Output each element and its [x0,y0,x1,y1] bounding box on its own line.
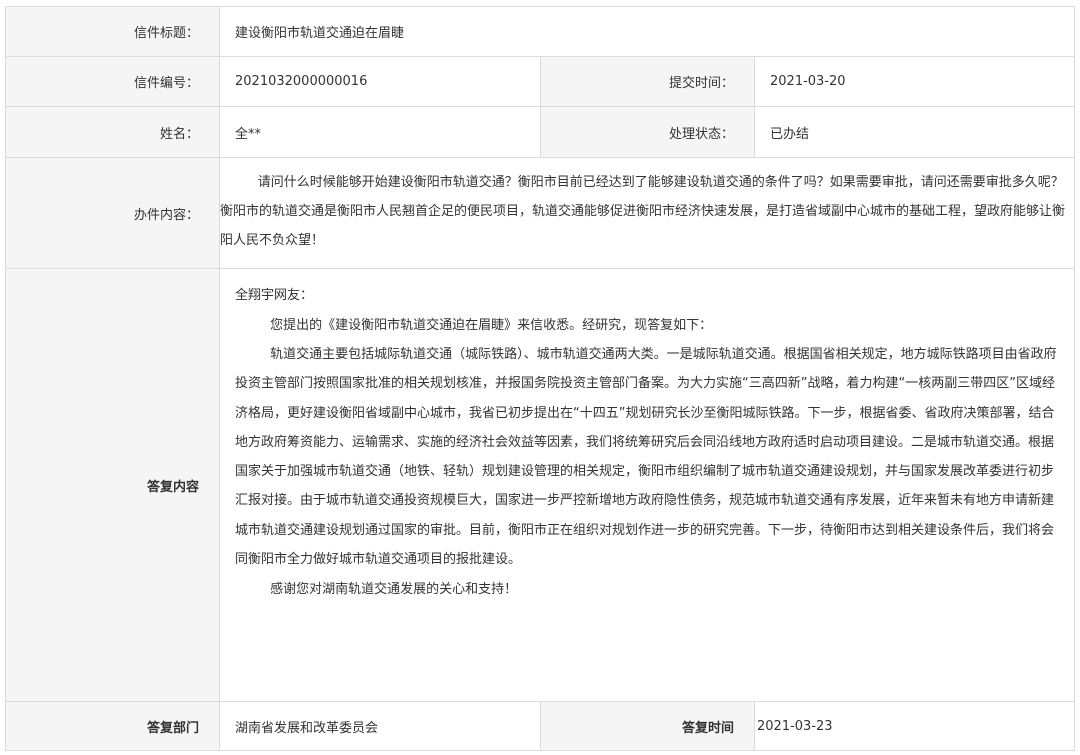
name-label: 姓名： [6,107,220,158]
status-label: 处理状态： [541,107,755,158]
reply-paragraph-3: 感谢您对湖南轨道交通发展的关心和支持！ [270,582,518,598]
reply-dept-label: 答复部门 [6,702,220,751]
reply-greeting: 全翔宇网友： [235,288,314,303]
reply-time-value: 2021-03-23 [755,702,1075,751]
content-text: 请问什么时候能够开始建设衡阳市轨道交通？衡阳市目前已经达到了能够建设轨道交通的条… [220,175,1066,248]
submit-time-label: 提交时间： [541,57,755,107]
reply-paragraph-1: 您提出的《建设衡阳市轨道交通迫在眉睫》来信收悉。经研究，现答复如下： [270,318,713,333]
title-label: 信件标题： [6,7,220,57]
content-label: 办件内容： [6,158,220,269]
submit-time-value: 2021-03-20 [755,57,1075,107]
reply-time-label: 答复时间 [541,702,755,751]
number-value: 2021032000000016 [220,57,541,107]
letter-detail-table: 信件标题： 建设衡阳市轨道交通迫在眉睫 信件编号： 20210320000000… [5,6,1075,751]
reply-cell: 全翔宇网友： 您提出的《建设衡阳市轨道交通迫在眉睫》来信收悉。经研究，现答复如下… [220,269,1075,702]
title-value: 建设衡阳市轨道交通迫在眉睫 [220,7,1075,57]
reply-dept-value: 湖南省发展和改革委员会 [220,702,541,751]
reply-paragraph-2: 轨道交通主要包括城际轨道交通（城际铁路）、城市轨道交通两大类。一是城际轨道交通。… [235,347,1057,568]
content-cell: 请问什么时候能够开始建设衡阳市轨道交通？衡阳市目前已经达到了能够建设轨道交通的条… [220,158,1075,269]
reply-label: 答复内容 [6,269,220,702]
name-value: 全** [220,107,541,158]
status-value: 已办结 [755,107,1075,158]
number-label: 信件编号： [6,57,220,107]
